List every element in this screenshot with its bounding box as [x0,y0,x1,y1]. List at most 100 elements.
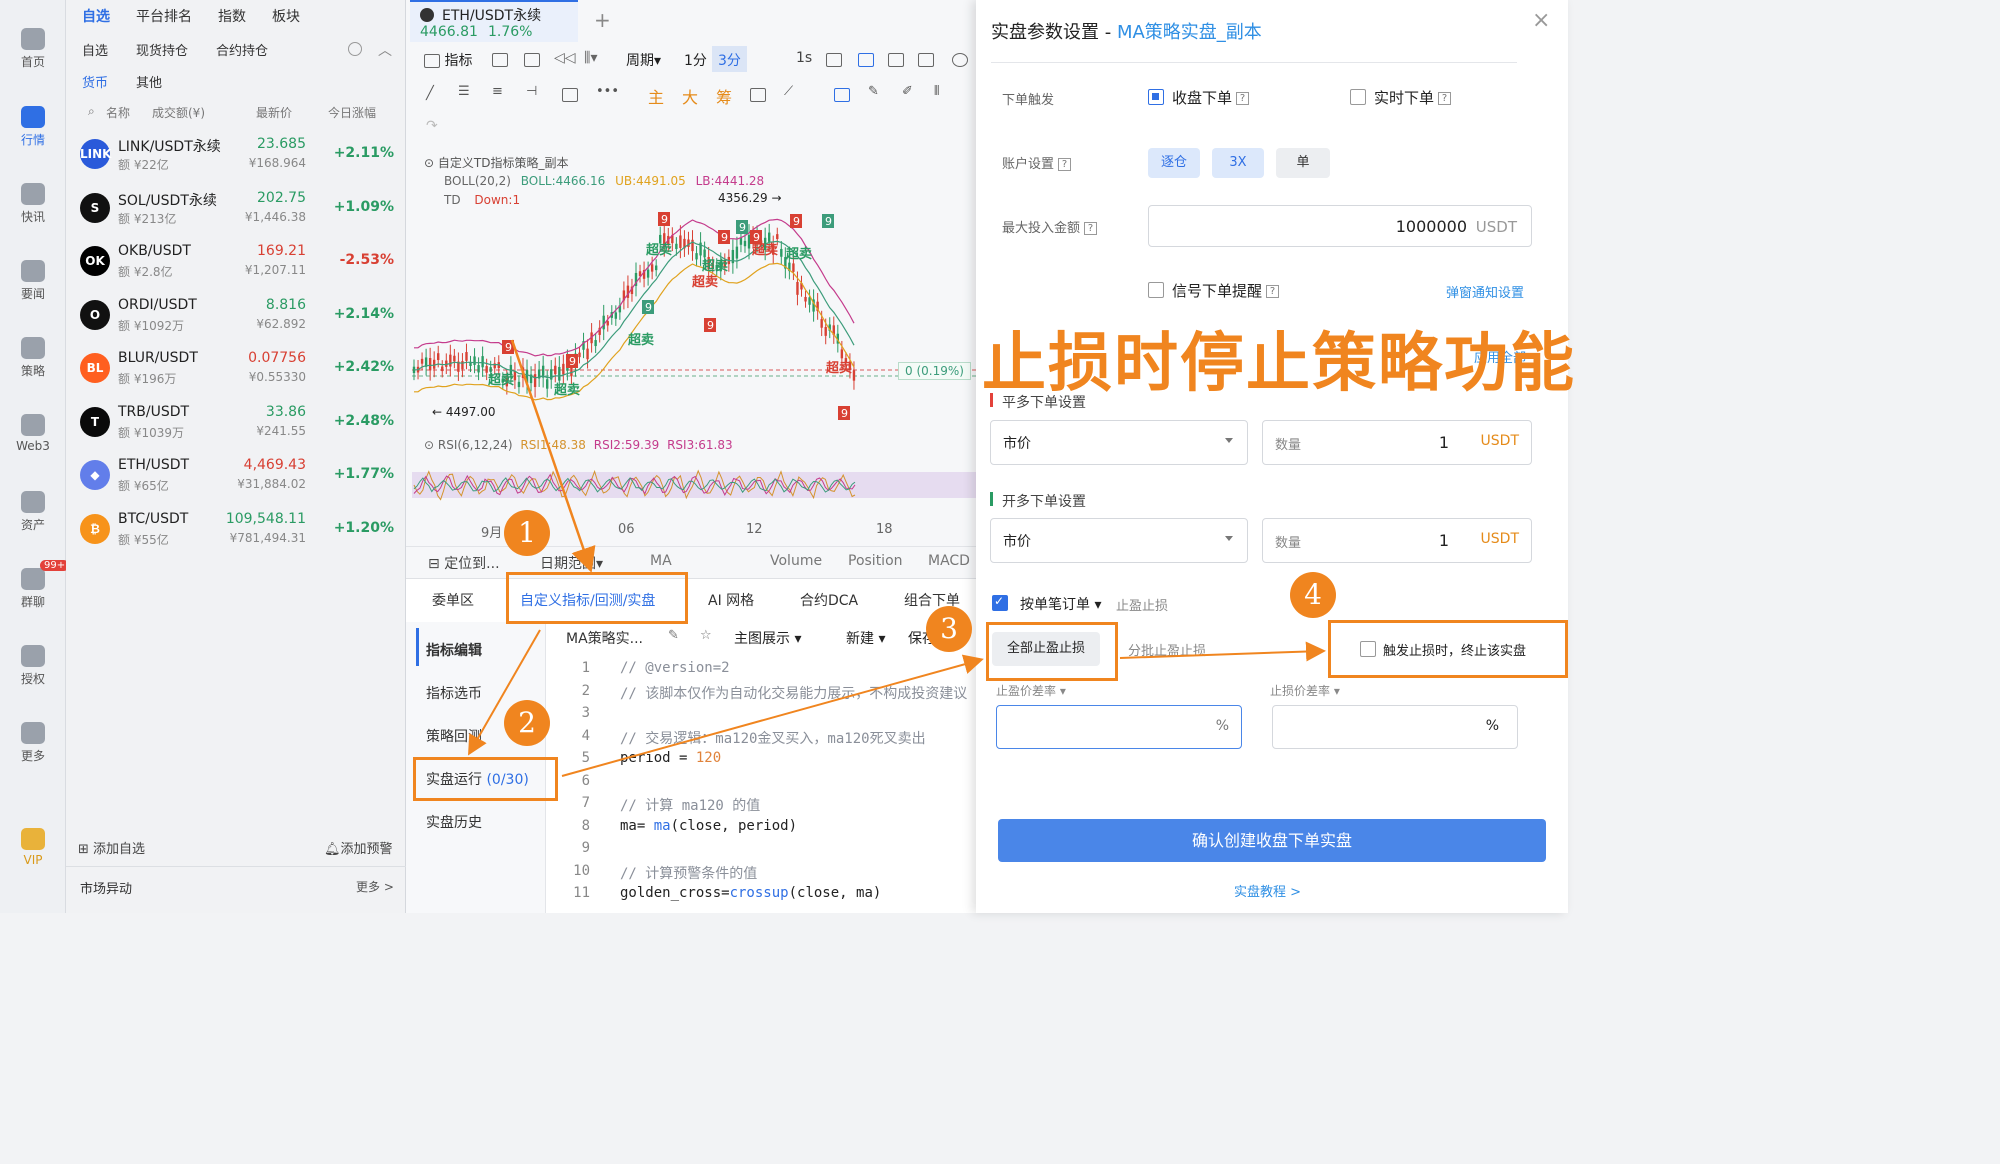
camera-icon[interactable] [826,53,842,67]
pen-icon[interactable] [858,53,874,67]
market-more-link[interactable]: 更多 > [356,878,394,895]
calendar-icon[interactable] [492,53,508,67]
signal-alert-checkbox[interactable] [1148,282,1164,298]
tab-ranking[interactable]: 平台排名 [136,6,192,26]
search-icon[interactable]: ⌕ [88,104,95,119]
price-line-tag[interactable]: 0 (0.19%) [898,362,971,380]
indicator-button[interactable]: 指标 [424,50,472,70]
list-icon[interactable] [918,53,934,67]
tp-input[interactable]: % [996,705,1242,749]
edit-icon[interactable]: ✎ [668,628,679,643]
help-icon[interactable]: ? [1084,222,1098,235]
help-icon[interactable]: ? [1058,158,1072,171]
split-tpsl-button[interactable]: 分批止盈止损 [1128,640,1206,659]
close-long-qty[interactable]: 数量 1 USDT [1262,420,1532,465]
add-watch-button[interactable]: ⊞ 添加自选 [78,838,145,857]
more-tools-icon[interactable]: ••• [596,84,619,99]
layout-icon[interactable] [524,53,540,67]
margin-isolated-button[interactable]: 逐仓 [1148,148,1200,178]
replay-icon[interactable]: ◁◁ [554,50,576,66]
rail-strategy[interactable]: 策略 [0,337,66,379]
macd-tab[interactable]: MACD [928,553,970,569]
rect-tool-icon[interactable] [562,88,578,102]
rsi-legend[interactable]: ⊙ RSI(6,12,24) RSI1:48.38 RSI2:59.39 RSI… [424,438,733,452]
copy-tool-icon[interactable] [834,88,850,102]
menu-live-history[interactable]: 实盘历史 [426,812,482,832]
rail-home[interactable]: 首页 [0,28,66,70]
rail-auth[interactable]: 授权 [0,645,66,687]
candlestick-chart[interactable]: 99999999 999超卖超卖超卖超卖超卖超卖超卖 超卖超卖 [406,150,976,530]
watch-row[interactable]: O ORDI/USDT 额 ¥1092万 8.816 ¥62.892 +2.14% [66,289,406,342]
help-icon[interactable]: ? [1266,285,1280,298]
watch-row[interactable]: T TRB/USDT 额 ¥1039万 33.86 ¥241.55 +2.48% [66,396,406,449]
ruler-tool-icon[interactable]: ✎ [868,84,879,99]
pair-tab[interactable]: ETH/USDT永续 4466.81 1.76% [410,0,578,42]
hline-tool-icon[interactable]: ☰ [458,84,470,99]
chip-tool[interactable]: 筹 [716,84,732,108]
menu-indicator-select[interactable]: 指标选币 [426,683,482,703]
tab-orders[interactable]: 委单区 [432,590,474,610]
rail-flash[interactable]: 快讯 [0,183,66,225]
subtab-spot[interactable]: 现货持仓 [136,40,188,59]
locate-button[interactable]: ⊟ 定位到... [428,553,500,573]
watch-row[interactable]: LINK LINK/USDT永续额 ¥22亿 23.685 ¥168.964 +2.11… [66,128,406,181]
candle-type-icon[interactable]: ⫼▾ [584,50,597,66]
subtab-futures[interactable]: 合约持仓 [216,40,268,59]
tab-contract-dca[interactable]: 合约DCA [800,590,858,610]
rail-assets[interactable]: 资产 [0,491,66,533]
menu-indicator-edit[interactable]: 指标编辑 [426,640,482,660]
subtab-other[interactable]: 其他 [136,72,162,91]
sl-input[interactable]: % [1272,705,1518,749]
confirm-create-button[interactable]: 确认创建收盘下单实盘 [998,819,1546,862]
per-order-checkbox[interactable] [992,594,1008,611]
tab-sector[interactable]: 板块 [272,6,300,26]
help-icon[interactable]: ? [1236,92,1250,105]
add-alert-button[interactable]: 🔔︎添加预警 [324,838,393,857]
volume-tab[interactable]: Volume [770,553,822,569]
brush-tool-icon[interactable]: ✐ [902,84,913,99]
period-1s[interactable]: 1s [796,50,812,66]
leverage-button[interactable]: 3X [1212,148,1264,178]
period-3m[interactable]: 3分 [712,46,747,72]
rail-news[interactable]: 要闻 [0,260,66,302]
channel-tool-icon[interactable]: ≡ [492,84,503,99]
menu-backtest[interactable]: 策略回测 [426,726,482,746]
realtime-order-checkbox[interactable] [1350,89,1366,105]
close-icon[interactable]: × [1532,8,1550,33]
rail-vip[interactable]: VIP [0,828,66,867]
close-order-checkbox[interactable] [1148,89,1164,105]
max-amount-input[interactable]: 1000000 USDT [1148,205,1532,247]
popup-notify-link[interactable]: 弹窗通知设置 [1446,282,1524,301]
refresh-tool-icon[interactable] [750,88,766,102]
fullscreen-icon[interactable] [888,53,904,67]
star-icon[interactable]: ☆ [700,628,712,643]
tab-index[interactable]: 指数 [218,6,246,26]
open-long-qty[interactable]: 数量 1 USDT [1262,518,1532,563]
single-side-button[interactable]: 单 [1276,148,1330,178]
line-tool-icon[interactable]: ╱ [426,86,434,101]
big-order-tool[interactable]: 大 [682,84,698,108]
watch-row[interactable]: ◆ ETH/USDT 额 ¥65亿 4,469.43 ¥31,884.02 +1.77% [66,449,406,502]
watch-row[interactable]: ₿ BTC/USDT 额 ¥55亿 109,548.11 ¥781,494.31 +1.2… [66,503,406,556]
rail-chat[interactable]: 群聊 99+ [0,560,70,610]
subtab-favorites[interactable]: 自选 [82,40,108,59]
script-name[interactable]: MA策略实... [566,628,643,648]
ma-tab[interactable]: MA [650,553,672,569]
period-select[interactable]: 周期▾ [626,50,661,70]
settings-icon[interactable] [348,42,362,56]
open-long-order-type[interactable]: 市价 [990,518,1248,563]
main-display-select[interactable]: 主图展示 ▾ [734,628,801,648]
rail-market[interactable]: 行情 [0,106,66,148]
td-legend[interactable]: TD Down:1 [444,193,520,207]
per-order-select[interactable]: 按单笔订单 ▾ [1020,594,1101,614]
help-icon[interactable]: ? [1438,92,1452,105]
subtab-currency[interactable]: 货币 [82,72,108,91]
period-1m[interactable]: 1分 [684,50,707,70]
watch-row[interactable]: OK OKB/USDT 额 ¥2.8亿 169.21 ¥1,207.11 -2.53% [66,235,406,288]
add-tab-icon[interactable]: + [594,8,611,32]
watch-row[interactable]: BL BLUR/USDT 额 ¥196万 0.07756 ¥0.55330 +2.42% [66,342,406,395]
date-range-button[interactable]: 日期范围▾ [540,553,603,573]
tab-favorites[interactable]: 自选 [82,6,110,26]
rail-more[interactable]: 更多 [0,722,66,764]
collapse-icon[interactable]: ︿ [378,40,392,60]
